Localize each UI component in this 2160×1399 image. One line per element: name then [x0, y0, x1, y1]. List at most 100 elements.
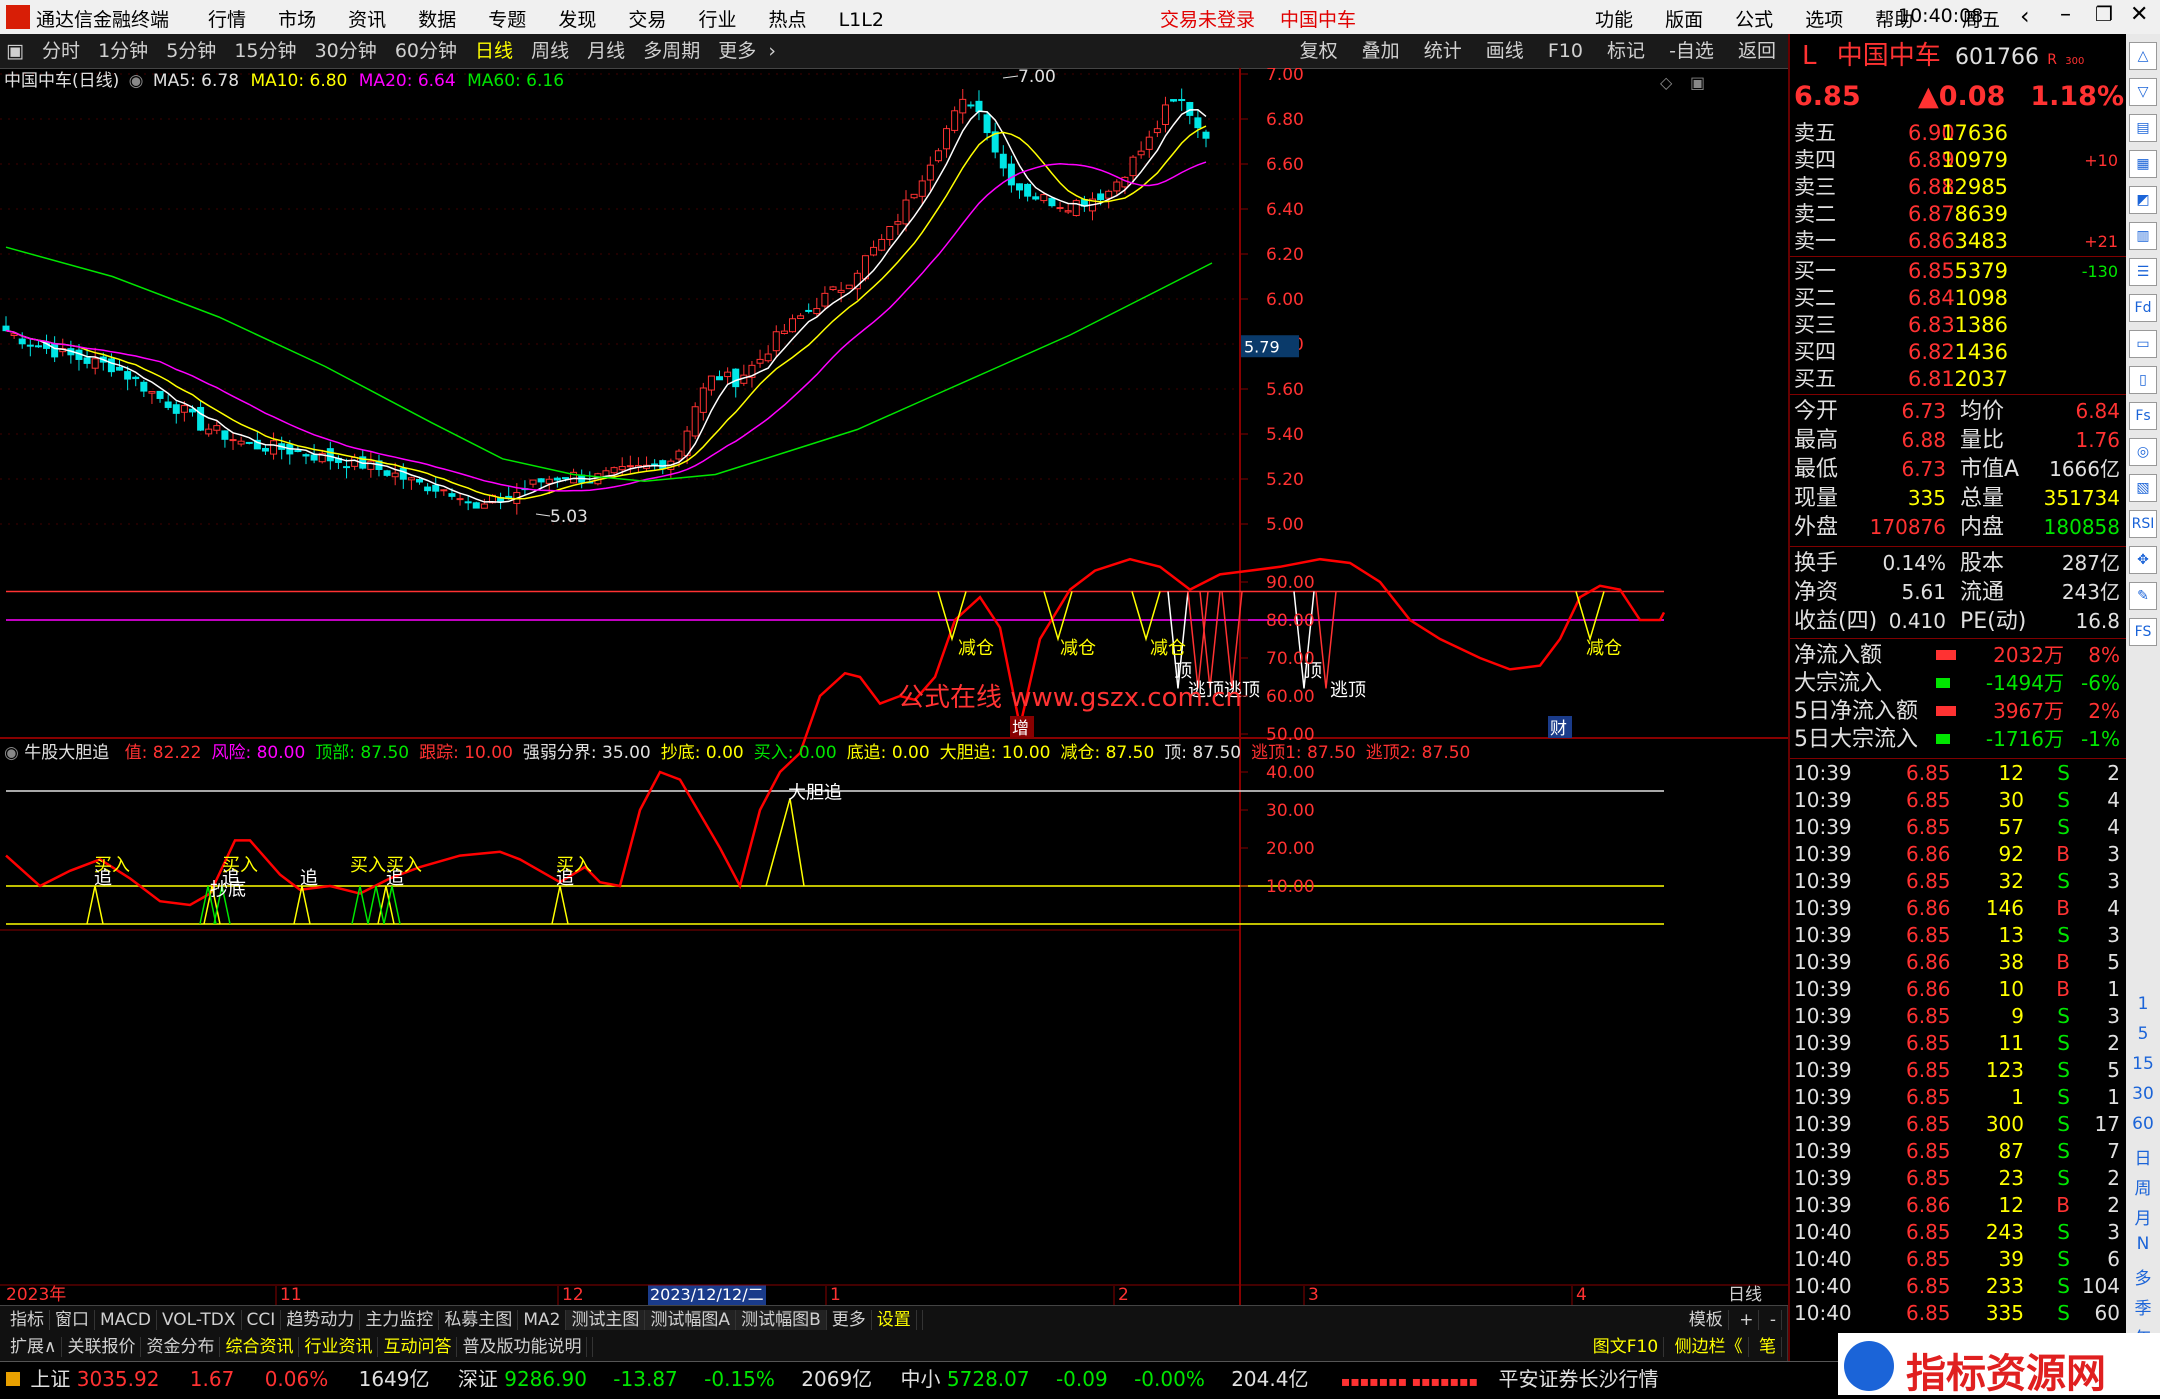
indicator-tab[interactable]: MA2	[518, 1310, 567, 1330]
f10-icon[interactable]: Fd	[2129, 294, 2157, 322]
f10-button[interactable]: 图文F10	[1587, 1337, 1665, 1357]
indicator-tab[interactable]: 测试主图	[566, 1310, 646, 1330]
indicator-tab[interactable]: CCI	[241, 1310, 282, 1330]
extension-tab[interactable]: 综合资讯	[220, 1337, 300, 1357]
tab-period[interactable]: 1分钟	[92, 34, 154, 68]
indicator-tab[interactable]: 测试幅图A	[645, 1310, 737, 1330]
restore-icon[interactable]: ❐	[2095, 2, 2113, 26]
tool-button[interactable]: 标记	[1607, 40, 1645, 62]
menu-item[interactable]: 功能	[1595, 9, 1633, 31]
extension-tab[interactable]: 资金分布	[141, 1337, 221, 1357]
tool-button[interactable]: F10	[1548, 40, 1583, 62]
sidebar-toggle[interactable]: 侧边栏《	[1669, 1337, 1749, 1357]
sidebar-period[interactable]: 30	[2126, 1084, 2160, 1114]
extension-tab[interactable]: 扩展∧	[5, 1337, 63, 1357]
flow-icon[interactable]: ▧	[2129, 474, 2157, 502]
menu-item[interactable]: 公式	[1735, 9, 1773, 31]
tab-period[interactable]: 月线	[581, 34, 631, 68]
tab-period[interactable]: 30分钟	[309, 34, 383, 68]
close-icon[interactable]: ✕	[2130, 2, 2148, 27]
fs-icon[interactable]: Fs	[2129, 402, 2157, 430]
tab-period[interactable]: 15分钟	[228, 34, 302, 68]
pen-button[interactable]: 笔	[1754, 1337, 1782, 1357]
chevron-right-icon[interactable]: ›	[768, 40, 776, 62]
menu-item[interactable]: 市场	[278, 9, 316, 31]
tab-period[interactable]: 分时	[36, 34, 86, 68]
sidebar-period[interactable]: N	[2126, 1234, 2160, 1264]
menu-item[interactable]: 行情	[208, 9, 246, 31]
kline-icon[interactable]: ▥	[2129, 222, 2157, 250]
indicator-tab[interactable]: 主力监控	[360, 1310, 440, 1330]
extension-tab[interactable]: 互动问答	[378, 1337, 458, 1357]
menu-item[interactable]: 发现	[558, 9, 596, 31]
doc-icon[interactable]: ▭	[2129, 330, 2157, 358]
table-icon[interactable]: ▦	[2129, 150, 2157, 178]
indicator-tab[interactable]: 测试幅图B	[736, 1310, 827, 1330]
menu-item[interactable]: 资讯	[348, 9, 386, 31]
add-button[interactable]: +	[1734, 1310, 1760, 1330]
tab-period[interactable]: 5分钟	[160, 34, 222, 68]
back-icon[interactable]: ‹	[2020, 2, 2030, 30]
indicator-tab[interactable]: 趋势动力	[281, 1310, 361, 1330]
menu-item[interactable]: 选项	[1805, 9, 1843, 31]
sidebar-period[interactable]: 月	[2126, 1204, 2160, 1234]
up-icon[interactable]: △	[2129, 42, 2157, 70]
zx-label[interactable]: 中小	[901, 1367, 941, 1391]
rsi-icon[interactable]: RSI	[2129, 510, 2157, 538]
sidebar-period[interactable]: 多	[2126, 1264, 2160, 1294]
tool-button[interactable]: 画线	[1486, 40, 1524, 62]
menu-item[interactable]: 交易	[628, 9, 666, 31]
extension-tab[interactable]: 关联报价	[62, 1337, 142, 1357]
sidebar-period[interactable]: 15	[2126, 1054, 2160, 1084]
login-status[interactable]: 交易未登录	[1160, 5, 1255, 32]
indicator-tab[interactable]: MACD	[95, 1310, 157, 1330]
sh-label[interactable]: 上证	[30, 1367, 70, 1391]
tab-period[interactable]: 多周期	[637, 34, 706, 68]
sidebar-period[interactable]: 60	[2126, 1114, 2160, 1144]
quote-icon[interactable]: ▤	[2129, 114, 2157, 142]
indicator-tab[interactable]: 设置	[871, 1310, 917, 1330]
tool-button[interactable]: 统计	[1424, 40, 1462, 62]
tool-button[interactable]: 返回	[1738, 40, 1776, 62]
circle-icon[interactable]: ◎	[2129, 438, 2157, 466]
minimize-icon[interactable]: –	[2060, 2, 2071, 27]
menu-item[interactable]: 数据	[418, 9, 456, 31]
pen-icon[interactable]: ✎	[2129, 582, 2157, 610]
menu-item[interactable]: L1L2	[839, 9, 884, 31]
tab-period[interactable]: 60分钟	[389, 34, 463, 68]
panel-toggle-icon[interactable]: ▣	[0, 34, 30, 68]
tab-period[interactable]: 周线	[525, 34, 575, 68]
indicator-tab[interactable]: 更多	[826, 1310, 872, 1330]
list-icon[interactable]: ☰	[2129, 258, 2157, 286]
move-icon[interactable]: ✥	[2129, 546, 2157, 574]
indicator-tab[interactable]: 私募主图	[439, 1310, 519, 1330]
sidebar-period[interactable]: 周	[2126, 1174, 2160, 1204]
indicator-tab[interactable]: 指标	[5, 1310, 50, 1330]
menu-item[interactable]: 专题	[488, 9, 526, 31]
sidebar-period[interactable]: 日	[2126, 1144, 2160, 1174]
template-button[interactable]: 模板	[1683, 1310, 1729, 1330]
sz-label[interactable]: 深证	[458, 1367, 498, 1391]
tool-button[interactable]: 叠加	[1362, 40, 1400, 62]
extension-tab[interactable]: 行业资讯	[299, 1337, 379, 1357]
menu-item[interactable]: 热点	[769, 9, 807, 31]
menu-item[interactable]: 版面	[1665, 9, 1703, 31]
sidebar-period[interactable]: 5	[2126, 1024, 2160, 1054]
settings-icon[interactable]: ◉	[129, 71, 144, 91]
tool-button[interactable]: 复权	[1300, 40, 1338, 62]
tab-period[interactable]: 更多	[712, 34, 762, 68]
page-icon[interactable]: ▯	[2129, 366, 2157, 394]
fs2-icon[interactable]: FS	[2129, 618, 2157, 646]
indicator-tab[interactable]: VOL-TDX	[156, 1310, 242, 1330]
tab-period-active[interactable]: 日线	[469, 34, 519, 68]
extension-tab[interactable]: 普及版功能说明	[457, 1337, 588, 1357]
kline-chart[interactable]: 买入追买入追抄底追买入买入追买入追大胆追减仓 减仓 减仓 减仓顶 顶逃顶逃顶 逃顶 7.0…	[0, 68, 1788, 1305]
tool-button[interactable]: -自选	[1669, 40, 1714, 62]
sidebar-period[interactable]: 季	[2126, 1294, 2160, 1324]
indicator-tab[interactable]: 窗口	[50, 1310, 95, 1330]
chart-icon[interactable]: ◩	[2129, 186, 2157, 214]
menu-item[interactable]: 行业	[698, 9, 736, 31]
sidebar-period[interactable]: 1	[2126, 994, 2160, 1024]
remove-button[interactable]: -	[1764, 1310, 1782, 1330]
down-icon[interactable]: ▽	[2129, 78, 2157, 106]
